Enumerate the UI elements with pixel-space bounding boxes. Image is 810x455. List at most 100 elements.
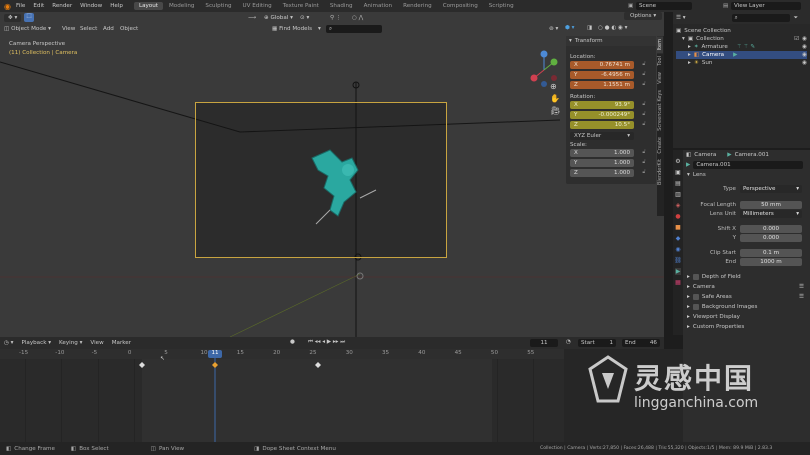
safe-areas-checkbox[interactable] — [692, 294, 699, 300]
camera-panel[interactable]: ▸ Camera ☰ — [683, 282, 810, 292]
lens-panel-header[interactable]: ▾ Lens — [683, 170, 810, 180]
frame-end-field[interactable]: End 46 — [622, 339, 660, 347]
menu-view[interactable]: View — [90, 340, 103, 346]
editor-type-icon[interactable]: ✥ ▾ — [4, 14, 22, 22]
outliner-row-scene-collection[interactable]: ▣ Scene Collection — [676, 27, 807, 35]
lock-icon[interactable]: 🔓︎ — [640, 81, 648, 89]
menu-marker[interactable]: Marker — [112, 340, 131, 346]
timeline-editor-icon[interactable]: ◷ ▾ — [4, 340, 13, 346]
tab-screencast-keys[interactable]: Screencast Keys — [657, 87, 663, 134]
xray-icon[interactable]: ◨ — [587, 25, 592, 31]
playhead-frame-label[interactable]: 11 — [208, 350, 222, 358]
eye-icon[interactable]: ◉ — [802, 60, 807, 66]
lock-icon[interactable]: 🔓︎ — [640, 61, 648, 69]
frame-start-field[interactable]: Start 1 — [578, 339, 616, 347]
camera-data-tab-icon[interactable]: ▶ — [674, 268, 682, 275]
menu-playback[interactable]: Playback ▾ — [21, 340, 51, 346]
background-images-checkbox[interactable] — [692, 304, 699, 310]
rotation-y-field[interactable]: Y -0.000249° — [570, 111, 634, 119]
custom-properties-panel[interactable]: ▸ Custom Properties — [683, 322, 810, 332]
record-icon[interactable]: ● — [290, 339, 295, 345]
tab-texture-paint[interactable]: Texture Paint — [278, 2, 324, 10]
options-button[interactable]: Options ▾ — [624, 12, 663, 20]
modifier-tab-icon[interactable]: ◆ — [676, 235, 681, 242]
keyframe[interactable] — [315, 362, 321, 368]
menu-render[interactable]: Render — [51, 3, 73, 9]
dof-checkbox[interactable] — [692, 274, 699, 280]
render-tab-icon[interactable]: ▣ — [675, 169, 681, 176]
current-frame-field[interactable]: 11 — [530, 339, 558, 347]
lock-icon[interactable]: 🔓︎ — [640, 101, 648, 109]
tab-compositing[interactable]: Compositing — [438, 2, 483, 10]
rotation-z-field[interactable]: Z 10.5° — [570, 121, 634, 129]
tab-scripting[interactable]: Scripting — [484, 2, 519, 10]
playback-controls[interactable]: ⏮ ◂◂ ◂ ▶ ▸▸ ⏭ — [308, 339, 345, 346]
menu-view[interactable]: View — [62, 26, 75, 32]
find-models-button[interactable]: ▦ Find Models — [272, 26, 312, 32]
chevron-down-icon[interactable]: ▾ — [318, 26, 321, 32]
scene-selector[interactable]: Scene — [636, 2, 692, 10]
object-tab-icon[interactable]: ■ — [675, 224, 681, 231]
menu-add[interactable]: Add — [103, 26, 114, 32]
tab-rendering[interactable]: Rendering — [398, 2, 437, 10]
outliner-row-sun[interactable]: ▸ ☀ Sun ◉ — [676, 59, 807, 67]
tab-view[interactable]: View — [657, 69, 663, 87]
clip-start-field[interactable]: 0.1 m — [740, 248, 802, 257]
visibility-icon[interactable]: ⊚ ▾ — [549, 26, 558, 32]
view-layer-selector[interactable]: View Layer — [731, 2, 801, 10]
scale-x-field[interactable]: X 1.000 — [570, 149, 634, 157]
world-tab-icon[interactable]: ● — [675, 213, 680, 220]
lock-icon[interactable]: 🔓︎ — [640, 169, 648, 177]
mode-selector[interactable]: ◫ Object Mode ▾ — [4, 26, 51, 32]
select-tool-icon[interactable]: ⬚ — [24, 13, 34, 22]
lock-icon[interactable]: 🔓︎ — [640, 111, 648, 119]
safe-areas-panel[interactable]: ▸ Safe Areas ☰ — [683, 292, 810, 302]
lens-unit-dropdown[interactable]: Millimeters ▾ — [740, 209, 802, 218]
eye-icon[interactable]: ◉ — [802, 44, 807, 50]
keyframe[interactable] — [212, 362, 218, 368]
pan-hand-icon[interactable]: ✋ — [550, 94, 560, 103]
tab-uv-editing[interactable]: UV Editing — [238, 2, 277, 10]
rotation-x-field[interactable]: X 93.9° — [570, 101, 634, 109]
tab-animation[interactable]: Animation — [359, 2, 398, 10]
clip-end-field[interactable]: 1000 m — [740, 257, 802, 266]
filter-icon[interactable]: ⏷ — [794, 15, 798, 22]
menu-help[interactable]: Help — [109, 3, 124, 9]
viewport-display-panel[interactable]: ▸ Viewport Display — [683, 312, 810, 322]
tab-create[interactable]: Create — [657, 134, 663, 157]
camera-view-icon[interactable]: 🎥︎ — [550, 106, 560, 115]
tab-item[interactable]: Item — [657, 36, 663, 54]
location-x-field[interactable]: X 0.76741 m — [570, 61, 634, 69]
outliner-row-armature[interactable]: ▸ ✶ Armature ⚚ ⚚ ✎ ◉ — [676, 43, 807, 51]
proportional-icon[interactable]: ○ ⋀ — [352, 15, 363, 21]
camera-datablock-field[interactable]: Camera.001 — [693, 161, 804, 169]
preset-list-icon[interactable]: ☰ — [799, 294, 804, 300]
pivot-icon[interactable]: ⊙ ▾ — [300, 15, 309, 21]
timeline-area[interactable]: -15 -10 -5 0 5 10 15 20 25 30 35 40 45 50 55 11 ↖ — [0, 349, 564, 442]
menu-object[interactable]: Object — [120, 26, 138, 32]
checkbox-icon[interactable]: ☑ — [794, 36, 799, 42]
menu-keying[interactable]: Keying ▾ — [59, 340, 82, 346]
outliner-row-camera[interactable]: ▸ ◧ Camera ▶ ◉ — [676, 51, 807, 59]
search-input[interactable]: ⌕ — [326, 25, 382, 33]
tab-shading[interactable]: Shading — [325, 2, 358, 10]
menu-window[interactable]: Window — [79, 3, 103, 9]
orientation-selector[interactable]: ⊕ Global ▾ — [264, 15, 293, 21]
zoom-icon[interactable]: ⊕ — [550, 82, 557, 91]
blender-logo-icon[interactable]: ◉ — [4, 2, 11, 11]
clock-icon[interactable]: ◔ — [566, 339, 571, 345]
outliner-search-input[interactable]: ⌕ — [731, 14, 790, 22]
lock-icon[interactable]: 🔓︎ — [640, 121, 648, 129]
physics-tab-icon[interactable]: ◉ — [675, 246, 680, 253]
eye-icon[interactable]: ◉ — [802, 52, 807, 58]
eye-icon[interactable]: ◉ — [802, 36, 807, 42]
output-tab-icon[interactable]: ▤ — [675, 180, 681, 187]
lens-type-dropdown[interactable]: Perspective ▾ — [740, 184, 802, 193]
preset-list-icon[interactable]: ☰ — [799, 284, 804, 290]
scale-y-field[interactable]: Y 1.000 — [570, 159, 634, 167]
menu-file[interactable]: File — [15, 3, 26, 9]
view-layer-tab-icon[interactable]: ▥ — [675, 191, 681, 198]
shading-modes[interactable]: ○ ● ◐ ◉ ▾ — [598, 25, 627, 31]
snap-icon[interactable]: ⚲ ⋮ — [330, 15, 341, 21]
scale-z-field[interactable]: Z 1.000 — [570, 169, 634, 177]
